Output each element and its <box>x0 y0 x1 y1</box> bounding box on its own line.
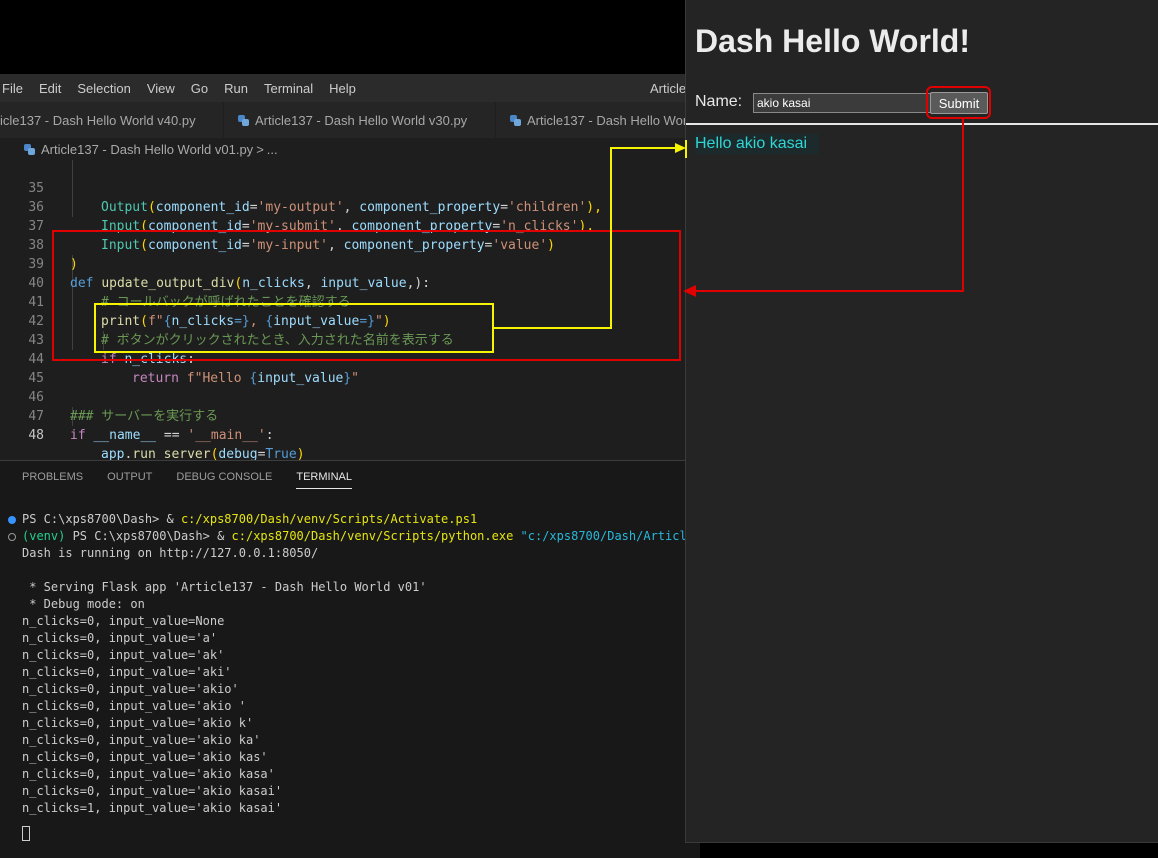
terminal-log-line: n_clicks=0, input_value='akio kasai' <box>22 784 283 798</box>
terminal-log-line: n_clicks=0, input_value='aki' <box>22 665 232 679</box>
code-line: 48 app.run_server(debug=True) <box>0 407 700 462</box>
name-label: Name: <box>695 93 743 110</box>
editor-tab-v30[interactable]: Article137 - Dash Hello World v30.py <box>224 102 496 138</box>
code-line: 39 def update_output_div(n_clicks, input… <box>0 236 700 291</box>
editor-tab-other[interactable]: Article137 - Dash Hello Wor <box>496 102 700 138</box>
code-line: 41 print(f"{n_clicks=}, {input_value=}") <box>0 274 700 329</box>
python-file-icon <box>24 143 35 155</box>
code-line: 35 Output(component_id='my-output', comp… <box>0 160 700 215</box>
editor-tab-bar: icle137 - Dash Hello World v40.py Articl… <box>0 102 700 138</box>
terminal-log-line: n_clicks=0, input_value='akio kasa' <box>22 767 275 781</box>
window-title: Article <box>650 81 687 96</box>
code-line: 36 Input(component_id='my-submit', compo… <box>0 179 700 234</box>
menu-selection[interactable]: Selection <box>69 81 138 96</box>
tab-label: icle137 - Dash Hello World v40.py <box>0 112 196 128</box>
python-file-icon <box>510 114 521 126</box>
code-line: 42 # ボタンがクリックされたとき、入力された名前を表示する <box>0 293 700 348</box>
breadcrumb-rest[interactable]: ... <box>267 142 278 157</box>
tab-label: Article137 - Dash Hello Wor <box>527 112 688 128</box>
code-line: 47 if __name__ == '__main__': <box>0 388 700 443</box>
tab-label: Article137 - Dash Hello World v30.py <box>255 112 468 128</box>
tab-terminal[interactable]: TERMINAL <box>296 471 352 489</box>
code-line: 44 return f"Hello {input_value}" <box>0 331 700 386</box>
terminal-cursor <box>22 826 30 841</box>
terminal-log-line: n_clicks=0, input_value='ak' <box>22 648 225 662</box>
code-line: 38 ) <box>0 217 700 272</box>
breadcrumb-separator: > <box>256 141 264 157</box>
menu-run[interactable]: Run <box>216 81 256 96</box>
menu-go[interactable]: Go <box>183 81 216 96</box>
terminal-log-line: n_clicks=0, input_value='akio ka' <box>22 733 261 747</box>
command-success-icon <box>8 516 16 524</box>
code-line: 37 Input(component_id='my-input', compon… <box>0 198 700 253</box>
editor-tab-v40[interactable]: icle137 - Dash Hello World v40.py <box>0 102 224 138</box>
menu-view[interactable]: View <box>139 81 183 96</box>
menu-terminal[interactable]: Terminal <box>256 81 321 96</box>
tab-debug-console[interactable]: DEBUG CONSOLE <box>176 471 272 489</box>
menu-help[interactable]: Help <box>321 81 364 96</box>
terminal-log-line: n_clicks=0, input_value=None <box>22 614 225 628</box>
terminal[interactable]: PS C:\xps8700\Dash> & c:/xps8700/Dash/ve… <box>0 511 700 851</box>
terminal-log-line: n_clicks=0, input_value='akio ' <box>22 699 246 713</box>
dash-app-window: Dash Hello World! Name: Submit Hello aki… <box>685 0 1158 843</box>
breadcrumb: Article137 - Dash Hello World v01.py > .… <box>0 138 700 160</box>
submit-button[interactable]: Submit <box>930 92 988 114</box>
output-text: Hello akio kasai <box>695 134 820 154</box>
terminal-line: PS C:\xps8700\Dash> & c:/xps8700/Dash/ve… <box>22 512 478 526</box>
code-line: 40 # コールバックが呼ばれたことを確認する <box>0 255 700 310</box>
name-input[interactable] <box>753 93 931 113</box>
line-number: 48 <box>28 428 44 443</box>
terminal-log-line: n_clicks=1, input_value='akio kasai' <box>22 801 283 815</box>
panel-tabs: PROBLEMS OUTPUT DEBUG CONSOLE TERMINAL <box>22 471 376 489</box>
terminal-log-line: n_clicks=0, input_value='akio kas' <box>22 750 268 764</box>
terminal-log-line: n_clicks=0, input_value='a' <box>22 631 218 645</box>
terminal-line: Dash is running on http://127.0.0.1:8050… <box>22 546 319 560</box>
python-file-icon <box>238 114 249 126</box>
page-title: Dash Hello World! <box>695 23 970 59</box>
terminal-line: * Serving Flask app 'Article137 - Dash H… <box>22 580 427 594</box>
code-line: 46 ### サーバーを実行する <box>0 369 700 424</box>
divider <box>686 123 1158 125</box>
terminal-line: * Debug mode: on <box>22 597 145 611</box>
terminal-log-line: n_clicks=0, input_value='akio' <box>22 682 239 696</box>
code-line: 43 if n_clicks: <box>0 312 700 367</box>
terminal-line: (venv) PS C:\xps8700\Dash> & c:/xps8700/… <box>22 529 700 543</box>
menu-edit[interactable]: Edit <box>31 81 69 96</box>
command-running-icon <box>8 533 16 541</box>
bottom-panel: PROBLEMS OUTPUT DEBUG CONSOLE TERMINAL P… <box>0 460 700 858</box>
menu-bar: File Edit Selection View Go Run Terminal… <box>0 74 700 102</box>
code-editor[interactable]: 35 Output(component_id='my-output', comp… <box>0 160 700 462</box>
tab-output[interactable]: OUTPUT <box>107 471 152 489</box>
code-line: 45 <box>0 350 700 386</box>
vscode-window: File Edit Selection View Go Run Terminal… <box>0 74 700 858</box>
menu-file[interactable]: File <box>0 81 31 96</box>
breadcrumb-file[interactable]: Article137 - Dash Hello World v01.py <box>41 142 253 157</box>
terminal-log-line: n_clicks=0, input_value='akio k' <box>22 716 254 730</box>
tab-problems[interactable]: PROBLEMS <box>22 471 83 489</box>
